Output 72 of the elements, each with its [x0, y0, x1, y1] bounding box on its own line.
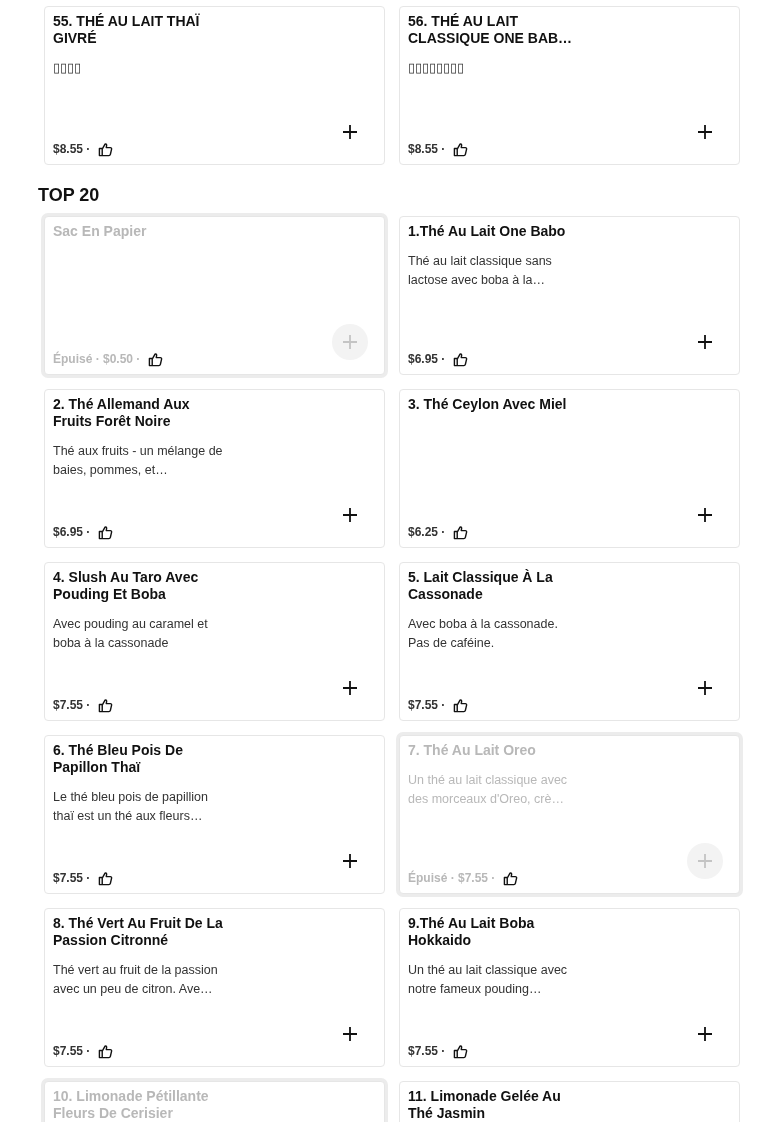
plus-icon [697, 507, 713, 523]
product-title: 6. Thé Bleu Pois De Papillon Thaï [53, 742, 184, 776]
thumbs-up-icon [453, 697, 469, 713]
product-description: Avec boba à la cassonade. Pas de caféine. [408, 616, 559, 652]
price-text: $7.55 · [408, 1044, 446, 1058]
product-title: 2. Thé Allemand Aux Fruits Forêt Noire [53, 396, 191, 430]
product-title: 5. Lait Classique À La Cassonade [408, 569, 554, 603]
thumbs-up-icon [453, 141, 469, 157]
plus-icon [342, 334, 358, 350]
plus-icon [342, 853, 358, 869]
price-text: $6.95 · [53, 525, 91, 539]
thumbs-up-icon [453, 351, 469, 367]
product-description: Thé au lait classique sans lactose avec boba à la… [408, 253, 553, 289]
product-title: 7. Thé Au Lait Oreo [408, 742, 537, 759]
product-description: Un thé au lait classique avec des morceaux d'Oreo, crè… [408, 772, 569, 808]
product-description: Thé vert au fruit de la passion avec un peu de citron. Ave… [53, 962, 219, 998]
product-title: 9.Thé Au Lait Boba Hokkaido [408, 915, 536, 949]
product-card[interactable]: 4. Slush Au Taro Avec Pouding Et Boba Avec pouding au caramel et boba à la cassonade $7.55 · [44, 562, 385, 721]
thumbs-up-icon [98, 141, 114, 157]
price-text: $8.55 · [408, 142, 446, 156]
plus-icon [697, 124, 713, 140]
price-text: $7.55 · [408, 698, 446, 712]
product-card[interactable]: 55. THÉ AU LAIT THAÏ GIVRÉ ▯▯▯▯ $8.55 · [44, 6, 385, 165]
thumbs-up-icon [453, 1043, 469, 1059]
price-text: Épuisé · $0.50 · [53, 352, 141, 366]
product-card[interactable]: 11. Limonade Gelée Au Thé Jasmin [399, 1081, 740, 1122]
thumbs-up-icon [503, 870, 519, 886]
product-description: ▯▯▯▯ [53, 60, 82, 77]
product-card[interactable]: 3. Thé Ceylon Avec Miel $6.25 · [399, 389, 740, 548]
product-card[interactable]: 8. Thé Vert Au Fruit De La Passion Citronné Thé vert au fruit de la passion avec un peu de citron. Ave… $7.55 · [44, 908, 385, 1067]
product-card[interactable]: 2. Thé Allemand Aux Fruits Forêt Noire Thé aux fruits - un mélange de baies, pommes, et… $6.95 · [44, 389, 385, 548]
product-card[interactable]: 9.Thé Au Lait Boba Hokkaido Un thé au lait classique avec notre fameux pouding… $7.55 · [399, 908, 740, 1067]
product-title: 3. Thé Ceylon Avec Miel [408, 396, 568, 413]
product-card[interactable]: 6. Thé Bleu Pois De Papillon Thaï Le thé bleu pois de papillion thaï est un thé aux fleurs… $7.55 · [44, 735, 385, 894]
thumbs-up-icon [98, 697, 114, 713]
plus-icon [697, 334, 713, 350]
price-text: $7.55 · [53, 1044, 91, 1058]
price-text: $6.25 · [408, 525, 446, 539]
product-title: 8. Thé Vert Au Fruit De La Passion Citronné [53, 915, 224, 949]
product-title: Sac En Papier [53, 223, 148, 240]
section-heading: TOP 20 [38, 184, 100, 206]
thumbs-up-icon [98, 524, 114, 540]
plus-icon [697, 853, 713, 869]
product-title: 4. Slush Au Taro Avec Pouding Et Boba [53, 569, 200, 603]
thumbs-up-icon [98, 870, 114, 886]
plus-icon [342, 124, 358, 140]
plus-icon [342, 1026, 358, 1042]
product-card[interactable]: 56. THÉ AU LAIT CLASSIQUE ONE BAB… ▯▯▯▯▯▯▯▯ $8.55 · [399, 6, 740, 165]
plus-icon [342, 680, 358, 696]
thumbs-up-icon [148, 351, 164, 367]
product-description: ▯▯▯▯▯▯▯▯ [408, 60, 465, 77]
plus-icon [697, 1026, 713, 1042]
product-title: 11. Limonade Gelée Au Thé Jasmin [408, 1088, 562, 1122]
product-title: 1.Thé Au Lait One Babo [408, 223, 567, 240]
product-title: 55. THÉ AU LAIT THAÏ GIVRÉ [53, 13, 201, 47]
price-text: Épuisé · $7.55 · [408, 871, 496, 885]
price-text: $8.55 · [53, 142, 91, 156]
product-description: Un thé au lait classique avec notre fameux pouding… [408, 962, 569, 998]
price-text: $7.55 · [53, 871, 91, 885]
price-text: $7.55 · [53, 698, 91, 712]
product-title: 56. THÉ AU LAIT CLASSIQUE ONE BAB… [408, 13, 574, 47]
thumbs-up-icon [98, 1043, 114, 1059]
product-title: 10. Limonade Pétillante Fleurs De Cerisier [53, 1088, 210, 1122]
plus-icon [697, 680, 713, 696]
thumbs-up-icon [453, 524, 469, 540]
price-text: $6.95 · [408, 352, 446, 366]
product-card[interactable]: 5. Lait Classique À La Cassonade Avec boba à la cassonade. Pas de caféine. $7.55 · [399, 562, 740, 721]
product-description: Thé aux fruits - un mélange de baies, pommes, et… [53, 443, 224, 479]
product-description: Avec pouding au caramel et boba à la cassonade [53, 616, 209, 652]
product-description: Le thé bleu pois de papillion thaï est un thé aux fleurs… [53, 789, 209, 825]
product-card[interactable]: 1.Thé Au Lait One Babo Thé au lait classique sans lactose avec boba à la… $6.95 · [399, 216, 740, 375]
plus-icon [342, 507, 358, 523]
